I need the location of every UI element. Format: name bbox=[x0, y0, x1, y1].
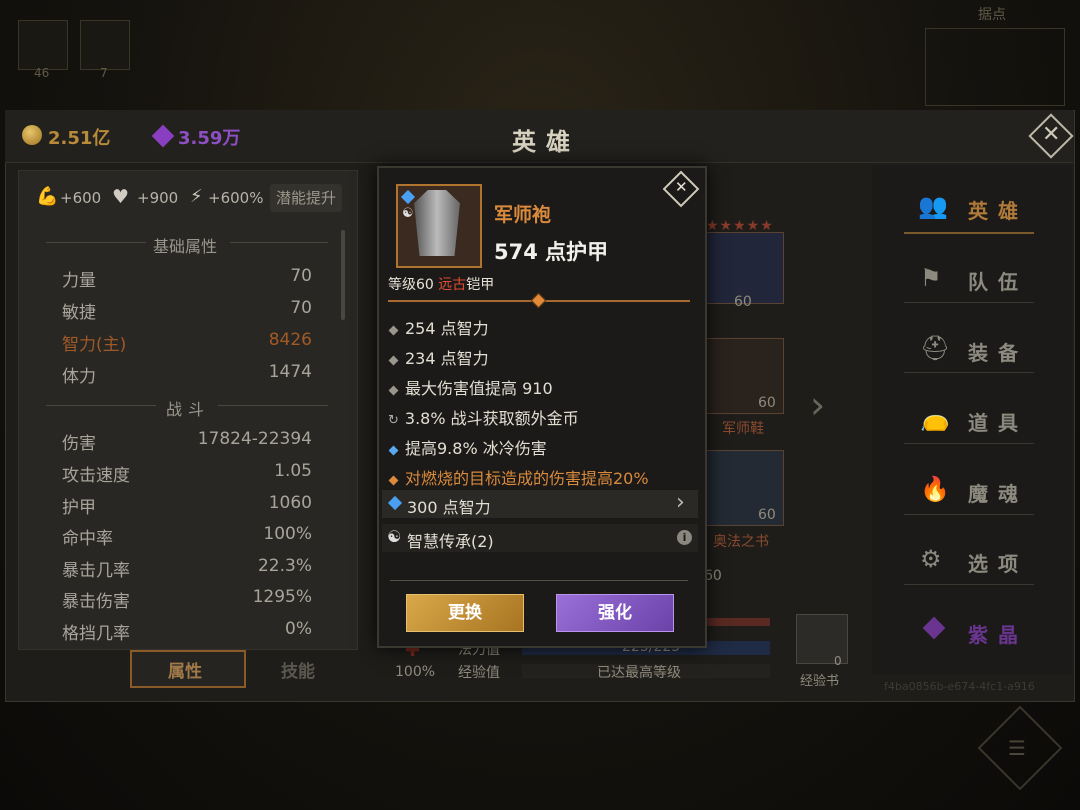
bg-skill-slot-1 bbox=[18, 20, 68, 70]
chevron-right-icon: › bbox=[676, 490, 685, 515]
close-icon: ✕ bbox=[675, 178, 688, 196]
gold-amount: 2.51亿 bbox=[48, 128, 111, 149]
item-rarity: 远古 bbox=[438, 277, 467, 293]
stat-line: 提高9.8% 冰冷伤害 bbox=[388, 435, 547, 459]
stat-value-hit-rate: 100% bbox=[263, 524, 312, 544]
nav-options-label: 选项 bbox=[968, 552, 1028, 576]
xp-label: 经验值 bbox=[458, 665, 500, 681]
stat-label-intellect: 智力(主) bbox=[62, 335, 127, 355]
bg-skill-slot-2 bbox=[80, 20, 130, 70]
stat-label-damage: 伤害 bbox=[62, 434, 96, 454]
stat-value-stamina: 1474 bbox=[268, 362, 312, 382]
stat-line-legendary: 对燃烧的目标造成的伤害提高20% bbox=[388, 465, 649, 489]
bonus-strength: +600 bbox=[60, 189, 102, 207]
stat-value-attack-speed: 1.05 bbox=[274, 461, 312, 481]
nav-soul-label: 魔魂 bbox=[968, 482, 1028, 506]
equip-slot-level-2: 60 bbox=[758, 395, 776, 411]
yin-yang-icon: ☯ bbox=[402, 206, 414, 221]
stat-label-crit-damage: 暴击伤害 bbox=[62, 592, 130, 612]
item-type: 铠甲 bbox=[466, 277, 495, 293]
nav-amethyst-label: 紫晶 bbox=[968, 623, 1028, 647]
close-icon: ✕ bbox=[1042, 122, 1061, 147]
divider bbox=[46, 405, 156, 406]
flag-icon: ⚑ bbox=[920, 264, 942, 292]
nav-hero-label: 英雄 bbox=[968, 199, 1028, 223]
stat-value-damage: 17824-22394 bbox=[197, 429, 312, 449]
tab-skills[interactable]: 技能 bbox=[281, 657, 315, 682]
set-bonus: 智慧传承(2) bbox=[407, 532, 494, 551]
nav-equipment-label: 装备 bbox=[968, 341, 1028, 365]
stat-label-agility: 敏捷 bbox=[62, 303, 96, 323]
lightning-icon: ⚡ bbox=[190, 186, 203, 207]
equip-slot-level-3: 60 bbox=[758, 507, 776, 523]
nav-team-label: 队伍 bbox=[968, 270, 1028, 294]
tooltip-divider bbox=[390, 580, 688, 581]
crystal-amount: 3.59万 bbox=[178, 128, 241, 149]
stats-scrollbar[interactable] bbox=[341, 230, 345, 320]
heart-icon: ♥ bbox=[112, 186, 130, 208]
bg-region-label: 据点 bbox=[978, 7, 1006, 23]
bonus-health: +900 bbox=[137, 189, 179, 207]
bonus-power: +600% bbox=[208, 189, 264, 207]
stat-value-agility: 70 bbox=[290, 298, 312, 318]
item-level: 等级60 bbox=[388, 277, 434, 293]
xp-book-count: 0 bbox=[834, 654, 842, 668]
stat-line: 254 点智力 bbox=[388, 315, 489, 339]
robe-icon bbox=[414, 190, 460, 256]
stat-line: ↻ 3.8% 战斗获取额外金币 bbox=[388, 409, 579, 428]
gear-icon: ⚙ bbox=[920, 545, 942, 573]
divider bbox=[230, 242, 328, 243]
minimap bbox=[925, 28, 1065, 106]
menu-list-icon: ☰ bbox=[1008, 736, 1026, 760]
strength-arm-icon: 💪 bbox=[36, 186, 59, 207]
user-group-icon: 👥 bbox=[918, 192, 948, 220]
chevron-right-icon[interactable]: › bbox=[810, 383, 825, 427]
divider bbox=[218, 405, 328, 406]
stat-label-hit-rate: 命中率 bbox=[62, 529, 113, 549]
nav-items-label: 道具 bbox=[968, 411, 1028, 435]
stat-label-attack-speed: 攻击速度 bbox=[62, 466, 130, 486]
potential-upgrade-button[interactable]: 潜能提升 bbox=[270, 184, 342, 212]
bg-slot-count-2: 7 bbox=[100, 66, 108, 80]
info-icon[interactable]: i bbox=[677, 530, 692, 545]
equip-slot-name-offhand: 奥法之书 bbox=[713, 534, 769, 550]
stat-label-stamina: 体力 bbox=[62, 367, 96, 387]
percent-value: 100% bbox=[395, 664, 436, 680]
stat-value-intellect: 8426 bbox=[268, 330, 312, 350]
replace-button[interactable]: 更换 bbox=[406, 594, 524, 632]
window-title: 英雄 bbox=[512, 128, 580, 156]
stat-label-crit-chance: 暴击几率 bbox=[62, 561, 130, 581]
refresh-icon: ↻ bbox=[388, 413, 399, 428]
tab-attributes-label: 属性 bbox=[168, 662, 202, 682]
stat-value-armor: 1060 bbox=[268, 493, 312, 513]
combat-title: 战斗 bbox=[166, 400, 211, 419]
gold-coin-icon bbox=[22, 125, 42, 145]
helmet-icon: ⛑ bbox=[920, 334, 951, 362]
bg-slot-count-1: 46 bbox=[34, 66, 50, 80]
gem-stat: 300 点智力 bbox=[407, 498, 491, 517]
stat-label-strength: 力量 bbox=[62, 271, 96, 291]
equip-slot-level-1: 60 bbox=[734, 294, 752, 310]
divider bbox=[46, 242, 146, 243]
build-id: f4ba0856b-e674-4fc1-a916 bbox=[884, 680, 1035, 693]
item-level-line: 等级60 远古铠甲 bbox=[388, 274, 494, 294]
item-name: 军师袍 bbox=[494, 204, 552, 226]
stat-line: 最大伤害值提高 910 bbox=[388, 375, 553, 399]
flame-icon: 🔥 bbox=[920, 475, 950, 503]
stat-value-crit-chance: 22.3% bbox=[257, 556, 312, 576]
equip-slot-name-boots: 军师鞋 bbox=[722, 421, 764, 437]
xp-value: 已达最高等级 bbox=[597, 665, 681, 681]
stat-line: 234 点智力 bbox=[388, 345, 489, 369]
yin-yang-icon: ☯ bbox=[387, 527, 402, 546]
stat-label-armor: 护甲 bbox=[62, 498, 96, 518]
item-armor: 574 点护甲 bbox=[494, 240, 609, 264]
stat-value-crit-damage: 1295% bbox=[252, 587, 312, 607]
stat-label-block-chance: 格挡几率 bbox=[62, 624, 130, 644]
stat-value-strength: 70 bbox=[290, 266, 312, 286]
xp-book-label: 经验书 bbox=[800, 674, 840, 689]
enhance-button[interactable]: 强化 bbox=[556, 594, 674, 632]
basic-attributes-title: 基础属性 bbox=[153, 237, 218, 256]
bag-icon: 👝 bbox=[920, 404, 950, 432]
stat-value-block-chance: 0% bbox=[285, 619, 312, 639]
